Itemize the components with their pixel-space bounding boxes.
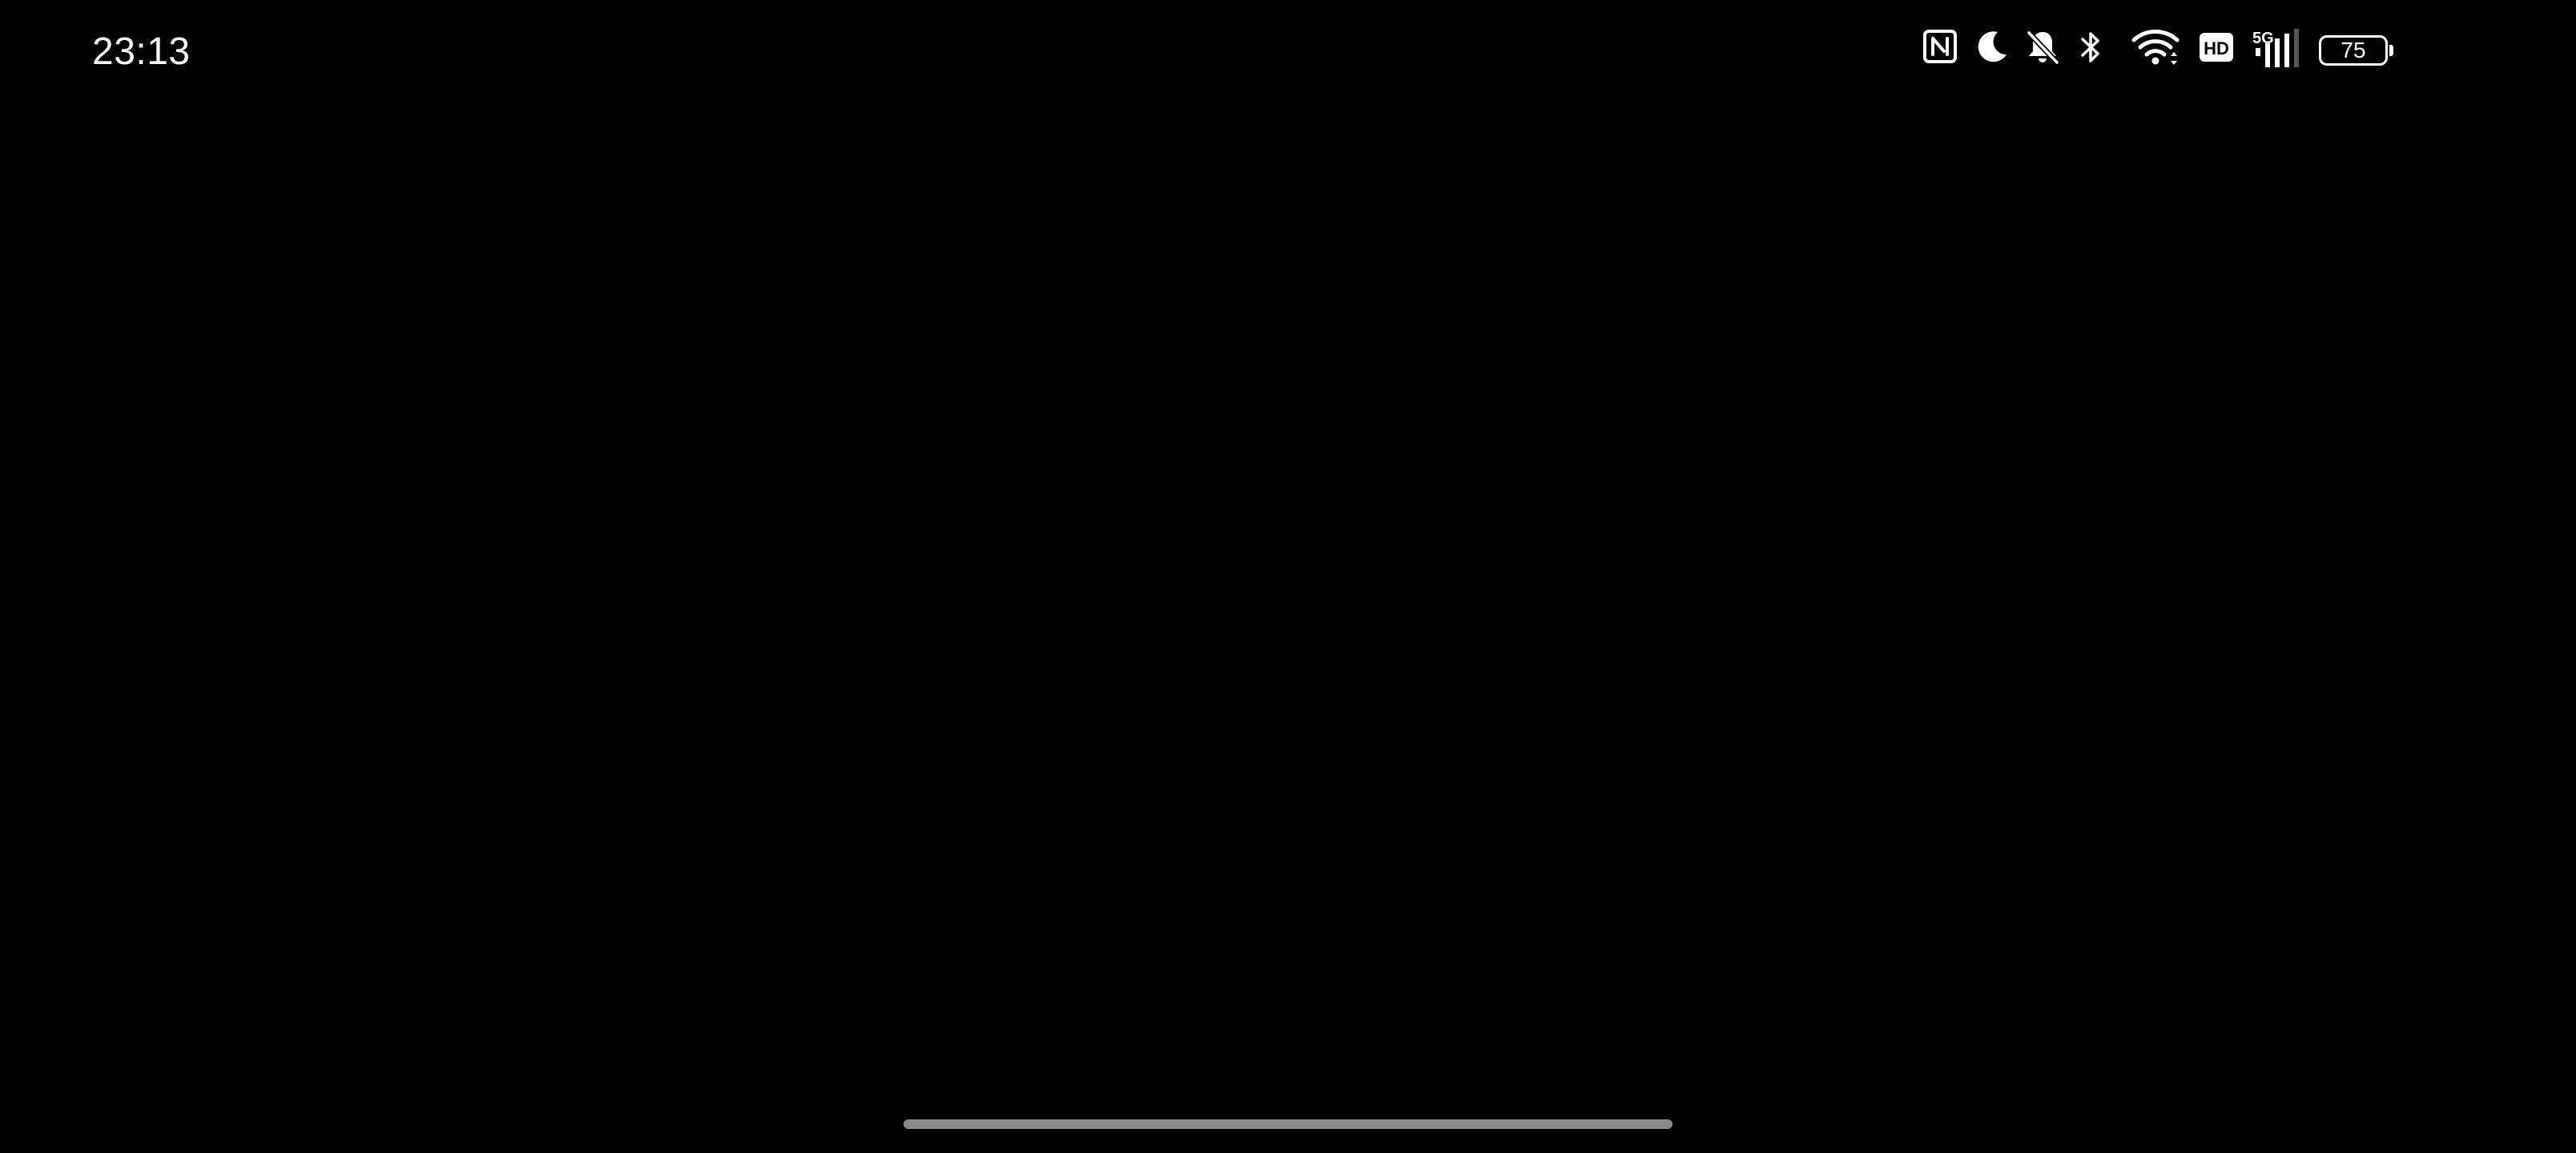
battery-indicator: 75 (2319, 35, 2394, 69)
wifi-icon (2131, 30, 2180, 65)
network-label: 5G (2252, 30, 2274, 47)
phone-screen: 23:13 HD 5G 75 (0, 0, 2576, 1153)
5g-signal-icon: 5G (2252, 29, 2299, 67)
do-not-disturb-moon-icon (1978, 31, 2006, 62)
hd-icon: HD (2200, 33, 2233, 62)
status-icons: HD 5G 75 (1922, 29, 2395, 75)
bell-off-icon (2027, 30, 2059, 65)
status-bar: 23:13 HD 5G 75 (0, 0, 2576, 104)
hd-label: HD (2204, 38, 2229, 58)
battery-level: 75 (2319, 35, 2388, 66)
battery-tip (2389, 45, 2393, 56)
nfc-icon (1923, 30, 1957, 63)
status-time: 23:13 (92, 30, 191, 73)
home-indicator-bar[interactable] (904, 1119, 1672, 1129)
bluetooth-icon (2081, 32, 2099, 62)
